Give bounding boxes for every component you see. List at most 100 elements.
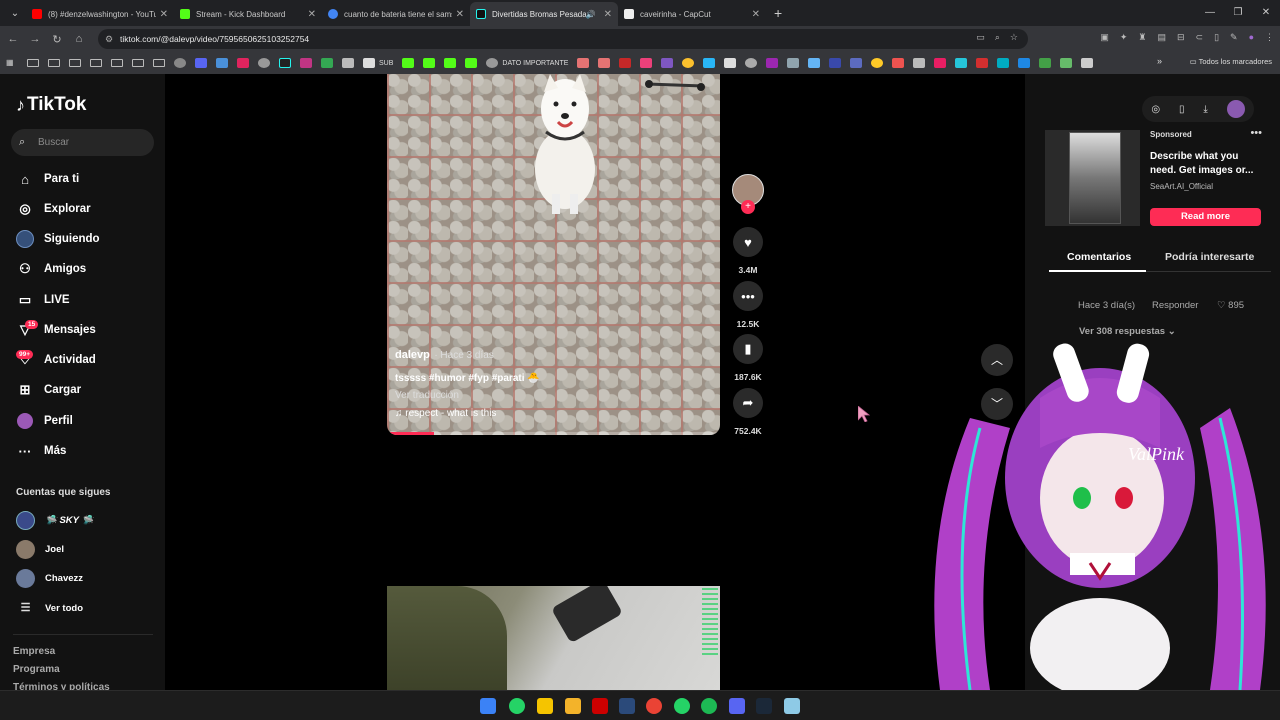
compass-icon[interactable]: ◎ xyxy=(1151,104,1160,115)
nav-cargar[interactable]: ⊞ Cargar xyxy=(16,381,82,399)
tiktok-bookmark-icon[interactable] xyxy=(279,58,291,68)
bookmark-icon[interactable] xyxy=(850,58,863,68)
nav-perfil[interactable]: Perfil xyxy=(16,412,73,430)
bookmark-icon[interactable] xyxy=(703,58,716,68)
bookmark-folder-icon[interactable] xyxy=(111,59,123,67)
like-button[interactable]: ♥ 3.4M xyxy=(732,227,764,275)
user-avatar[interactable] xyxy=(1226,100,1245,118)
bookmark-icon[interactable] xyxy=(976,58,989,68)
see-translation-link[interactable]: Ver traducción xyxy=(395,390,540,401)
browser-tab[interactable]: caveirinha - CapCut ✕ xyxy=(618,2,766,26)
nav-siguiendo[interactable]: Siguiendo xyxy=(16,230,100,248)
footer-link-empresa[interactable]: Empresa xyxy=(13,646,55,657)
close-tab-icon[interactable]: ✕ xyxy=(308,9,316,20)
extension-icon[interactable]: ✎ xyxy=(1230,32,1238,43)
read-more-button[interactable]: Read more xyxy=(1150,208,1261,226)
device-icon[interactable]: ▯ xyxy=(1179,104,1185,115)
browser-tab[interactable]: (8) #denzelwashington - YouTube ✕ xyxy=(26,2,174,26)
close-window-icon[interactable]: ✕ xyxy=(1252,0,1280,26)
comment-button[interactable]: ••• 12.5K xyxy=(732,281,764,329)
tab-podria-interesarte[interactable]: Podría interesarte xyxy=(1165,251,1254,263)
ad-account[interactable]: SeaArt.AI_Official xyxy=(1150,182,1213,191)
bookmark-folder-icon[interactable] xyxy=(90,59,102,67)
home-browser-icon[interactable]: ⌂ xyxy=(68,33,90,45)
ad-text[interactable]: Describe what you need. Get images or... xyxy=(1150,150,1262,178)
extension-icon[interactable]: ⊟ xyxy=(1177,32,1185,43)
extension-icon[interactable]: ▤ xyxy=(1157,32,1166,43)
nav-amigos[interactable]: ⚇ Amigos xyxy=(16,260,86,278)
save-button[interactable]: ▮ 187.6K xyxy=(732,334,764,382)
sticky-notes-icon[interactable] xyxy=(537,698,553,714)
extension-icon[interactable]: ▯ xyxy=(1214,32,1219,43)
new-tab-button[interactable]: + xyxy=(774,5,782,21)
close-tab-icon[interactable]: ✕ xyxy=(752,9,760,20)
tiktok-logo[interactable]: ♪ TikTok xyxy=(16,94,86,116)
bookmark-icon[interactable] xyxy=(661,58,674,68)
reload-icon[interactable]: ↻ xyxy=(46,33,68,46)
zoom-icon[interactable]: ⌕ xyxy=(995,32,1000,43)
view-replies[interactable]: Ver 308 respuestas ⌄ xyxy=(1079,326,1176,337)
bookmark-label[interactable]: SUB xyxy=(379,60,393,67)
steam-icon[interactable] xyxy=(756,698,772,714)
browser-tab[interactable]: Stream - Kick Dashboard ✕ xyxy=(174,2,322,26)
netflix-icon[interactable] xyxy=(592,698,608,714)
photos-icon[interactable] xyxy=(619,698,635,714)
spotify-icon[interactable] xyxy=(701,698,717,714)
minimize-icon[interactable]: — xyxy=(1196,0,1224,26)
extension-icon[interactable]: ▣ xyxy=(1100,32,1109,43)
bookmark-icon[interactable] xyxy=(216,58,228,68)
bookmark-icon[interactable] xyxy=(934,58,947,68)
profile-avatar-icon[interactable]: ● xyxy=(1249,32,1254,43)
tab-comentarios[interactable]: Comentarios xyxy=(1067,251,1131,263)
kick-bookmark-icon[interactable] xyxy=(444,58,457,68)
browser-tab[interactable]: cuanto de bateria tiene el sams ✕ xyxy=(322,2,470,26)
bookmark-icon[interactable] xyxy=(342,58,354,68)
bookmark-icon[interactable] xyxy=(174,58,186,68)
bookmark-icon[interactable] xyxy=(682,58,695,68)
browser-tab-active[interactable]: Divertidas Bromas Pesadas 🔊 ✕ xyxy=(470,2,618,26)
tab-search-icon[interactable]: ⌄ xyxy=(4,3,26,23)
discord-icon[interactable] xyxy=(729,698,745,714)
bookmark-icon[interactable] xyxy=(577,58,590,68)
bookmark-label[interactable]: DATO IMPORTANTE xyxy=(502,60,568,67)
bookmark-folder-icon[interactable] xyxy=(132,59,144,67)
reply-button[interactable]: Responder xyxy=(1152,300,1198,311)
address-bar[interactable]: ⚙ tiktok.com/@dalevp/video/7595650625103… xyxy=(98,29,1028,49)
bookmark-icon[interactable] xyxy=(486,58,499,68)
link-icon[interactable]: ⊂ xyxy=(1196,32,1204,43)
search-input[interactable]: ⌕ Buscar xyxy=(11,129,154,156)
follow-plus-icon[interactable]: + xyxy=(741,200,755,214)
more-options-icon[interactable]: ••• xyxy=(1250,127,1262,139)
bookmark-icon[interactable] xyxy=(829,58,842,68)
bookmark-folder-icon[interactable] xyxy=(69,59,81,67)
bookmark-icon[interactable] xyxy=(598,58,611,68)
video-username[interactable]: dalevp xyxy=(395,349,430,361)
apps-grid-icon[interactable]: ▦ xyxy=(6,58,18,68)
extensions-puzzle-icon[interactable]: ✦ xyxy=(1120,32,1128,43)
whatsapp-icon[interactable] xyxy=(674,698,690,714)
share-button[interactable]: ➦ 752.4K xyxy=(732,388,764,436)
audio-playing-icon[interactable]: 🔊 xyxy=(586,10,596,19)
bookmark-icon[interactable] xyxy=(913,58,926,68)
close-tab-icon[interactable]: ✕ xyxy=(456,9,464,20)
menu-kebab-icon[interactable]: ⋮ xyxy=(1265,32,1274,43)
bookmark-icon[interactable] xyxy=(1081,58,1094,68)
nav-explorar[interactable]: ◎ Explorar xyxy=(16,200,90,218)
bookmark-folder-icon[interactable] xyxy=(27,59,39,67)
back-icon[interactable]: ← xyxy=(2,33,24,45)
chrome-icon[interactable] xyxy=(646,698,662,714)
next-video-preview[interactable] xyxy=(387,586,720,690)
nav-para-ti[interactable]: ⌂ Para ti xyxy=(16,170,79,188)
kick-bookmark-icon[interactable] xyxy=(465,58,478,68)
comment-like[interactable]: ♡ 895 xyxy=(1217,300,1244,311)
maximize-icon[interactable]: ❐ xyxy=(1224,0,1252,26)
extension-icon[interactable]: ♜ xyxy=(1138,32,1146,43)
video-progress-bar[interactable] xyxy=(387,432,720,435)
bookmark-icon[interactable] xyxy=(1060,58,1073,68)
bookmark-icon[interactable] xyxy=(787,58,800,68)
following-item[interactable]: 🛸 SKY 🛸 xyxy=(16,511,93,530)
bookmark-icon[interactable] xyxy=(724,58,737,68)
bookmark-icon[interactable] xyxy=(321,58,333,68)
bookmark-icon[interactable] xyxy=(745,58,758,68)
kick-bookmark-icon[interactable] xyxy=(423,58,436,68)
